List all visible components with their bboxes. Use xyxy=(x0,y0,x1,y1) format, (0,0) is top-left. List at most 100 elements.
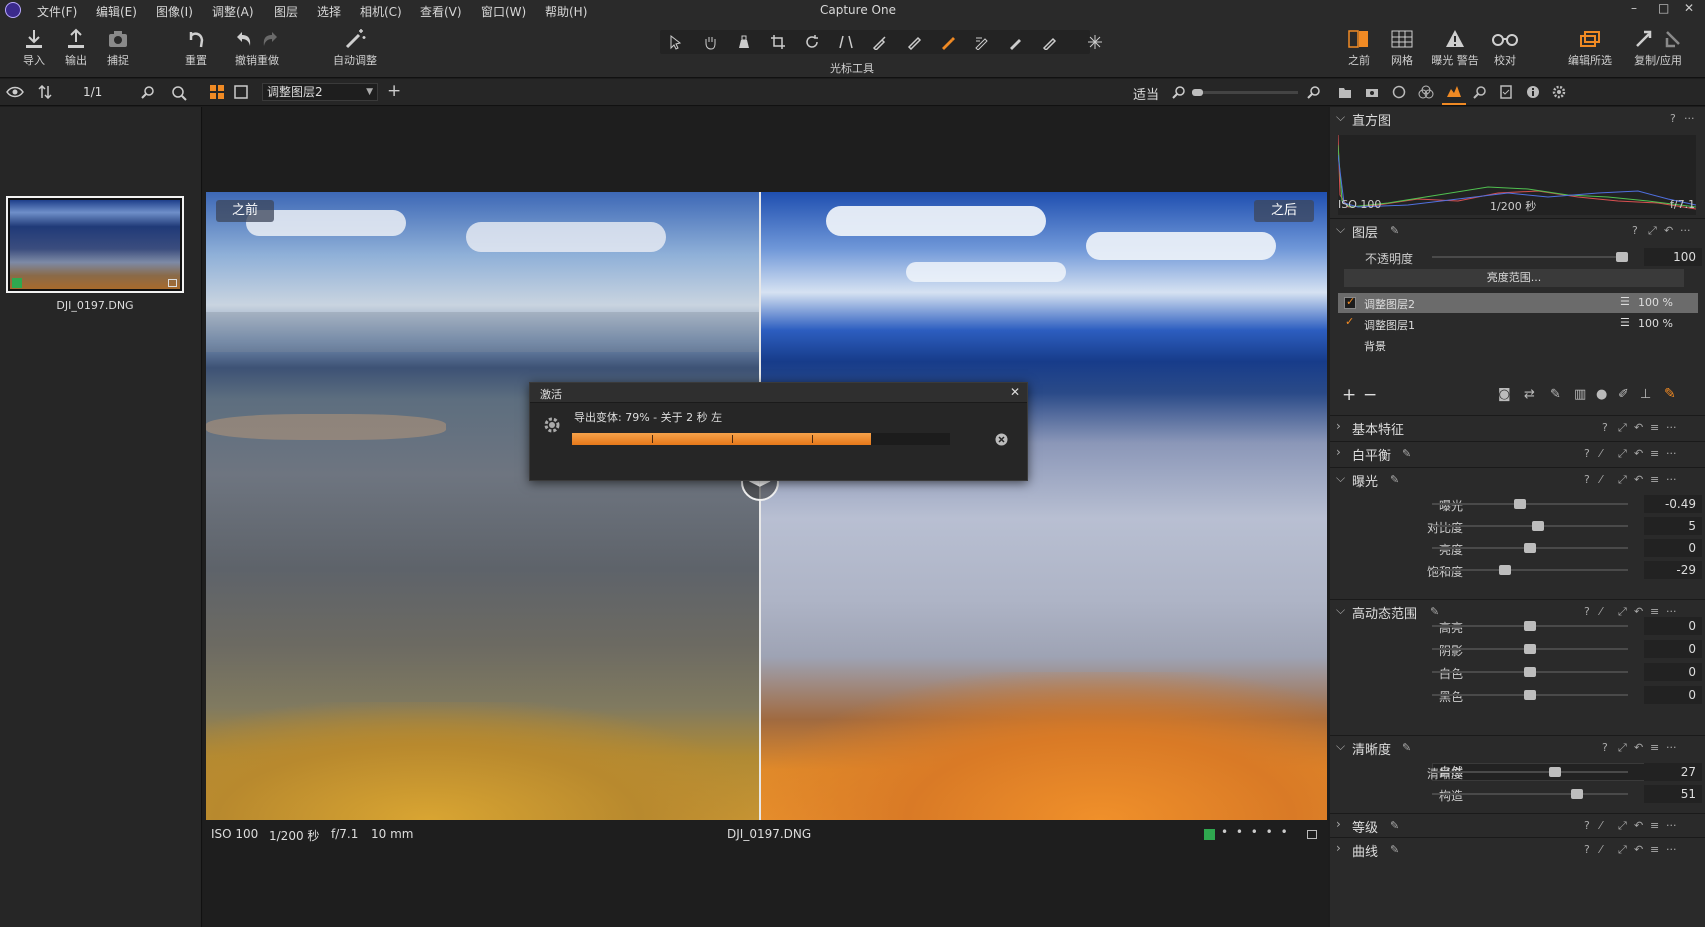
before-button[interactable]: 之前 xyxy=(1337,28,1381,68)
adjustments-tab-icon[interactable] xyxy=(1500,85,1512,99)
slider-value[interactable]: -29 xyxy=(1644,561,1702,579)
camera-tab-icon[interactable] xyxy=(1365,85,1379,99)
draw-mask-icon[interactable] xyxy=(940,34,956,50)
loupe-icon[interactable] xyxy=(736,34,752,50)
reset-button[interactable]: 重置 xyxy=(174,28,218,68)
mask-view-icon[interactable]: ◙ xyxy=(1498,387,1511,402)
opacity-knob[interactable] xyxy=(1616,252,1628,262)
more-icon[interactable]: ··· xyxy=(1666,819,1677,832)
slider-value[interactable]: 0 xyxy=(1644,640,1702,658)
folder-tab-icon[interactable] xyxy=(1338,85,1352,99)
sort-icon[interactable] xyxy=(38,85,52,99)
auto-adjust-button[interactable]: 自动调整 xyxy=(330,28,380,68)
grid-button[interactable]: 网格 xyxy=(1380,28,1424,68)
menu-help[interactable]: 帮助(H) xyxy=(545,3,587,20)
fit-label[interactable]: 适当 xyxy=(1133,84,1159,103)
reset-icon[interactable]: ↶ xyxy=(1634,819,1643,832)
slider-track[interactable] xyxy=(1432,767,1628,777)
opacity-value[interactable]: 100 xyxy=(1644,248,1702,266)
exposure-tab-icon[interactable] xyxy=(1446,84,1462,98)
layer-row[interactable]: 背景 xyxy=(1338,335,1698,355)
menu-select[interactable]: 选择 xyxy=(317,3,341,20)
expand-icon[interactable]: ⤢ xyxy=(1618,421,1627,435)
multi-view-icon[interactable] xyxy=(210,85,224,99)
slider-value[interactable]: 0 xyxy=(1644,617,1702,635)
edit-selected-button[interactable]: 编辑所选 xyxy=(1565,28,1615,68)
menu-view[interactable]: 查看(V) xyxy=(420,3,462,20)
remove-layer-button[interactable]: − xyxy=(1363,385,1377,405)
copy-apply-button[interactable]: 复制/应用 xyxy=(1630,28,1686,68)
layer-checkbox[interactable]: ✓ xyxy=(1344,295,1356,309)
layers-header[interactable]: ⌵ 图层 ✎ ? ⤢ ↶ ··· xyxy=(1330,218,1705,242)
erase-mask-icon[interactable] xyxy=(1042,34,1058,50)
color-tab-icon[interactable] xyxy=(1418,85,1434,99)
slider-track[interactable] xyxy=(1432,789,1628,799)
eraser-icon[interactable]: ✐ xyxy=(1618,387,1629,402)
more-icon[interactable]: ··· xyxy=(1666,447,1677,460)
export-button[interactable]: 输出 xyxy=(54,28,98,68)
slider-value[interactable]: 0 xyxy=(1644,539,1702,557)
color-tag-indicator[interactable] xyxy=(1204,829,1215,840)
help-icon[interactable]: ? xyxy=(1602,421,1608,434)
undo-redo-button[interactable]: 撤销重做 xyxy=(232,28,282,68)
presets-icon[interactable]: ≡ xyxy=(1650,421,1659,434)
help-icon[interactable]: ? xyxy=(1584,447,1590,460)
slider-value[interactable]: 0 xyxy=(1644,663,1702,681)
more-icon[interactable]: ··· xyxy=(1666,421,1677,434)
proof-button[interactable]: 校对 xyxy=(1483,28,1527,68)
basic-section-header[interactable]: › 基本特征 ? ⤢ ↶ ≡ ··· xyxy=(1330,415,1705,439)
brush-icon[interactable]: ✎ xyxy=(1550,387,1561,402)
heal-brush-icon[interactable] xyxy=(906,34,922,50)
slider-knob[interactable] xyxy=(1498,565,1511,575)
expand-icon[interactable]: ⤢ xyxy=(1618,819,1627,833)
layer-mask-icon[interactable]: ☰ xyxy=(1620,316,1630,329)
slider-track[interactable] xyxy=(1432,543,1628,553)
more-icon[interactable]: ··· xyxy=(1666,843,1677,856)
slider-knob[interactable] xyxy=(1524,644,1536,654)
layer-row[interactable]: ✓ 调整图层1 ☰ 100 % xyxy=(1338,314,1698,334)
add-layer-icon[interactable]: + xyxy=(387,81,401,101)
rotate-icon[interactable] xyxy=(804,34,820,50)
menu-window[interactable]: 窗口(W) xyxy=(481,3,526,20)
picker-icon[interactable]: ⁄ xyxy=(1600,473,1602,486)
slider-value[interactable]: 5 xyxy=(1644,517,1702,535)
help-icon[interactable]: ? xyxy=(1584,843,1590,856)
slider-knob[interactable] xyxy=(1524,667,1536,677)
exposure-section-header[interactable]: ⌵ 曝光 ✎ ? ⁄ ⤢ ↶ ≡ ··· xyxy=(1330,467,1705,491)
presets-icon[interactable]: ≡ xyxy=(1650,473,1659,486)
metadata-tab-icon[interactable] xyxy=(1526,85,1540,99)
slider-track[interactable] xyxy=(1432,667,1628,677)
histogram-header[interactable]: ⌵ 直方图 ? ··· xyxy=(1330,107,1705,131)
slider-knob[interactable] xyxy=(1549,767,1562,777)
slider-knob[interactable] xyxy=(1531,521,1544,531)
presets-icon[interactable]: ≡ xyxy=(1650,741,1659,754)
photo-compare[interactable]: ◀▶ 之前 之后 xyxy=(206,192,1327,820)
eye-icon[interactable] xyxy=(6,86,24,98)
slider-track[interactable] xyxy=(1432,521,1628,531)
opacity-slider[interactable] xyxy=(1432,252,1628,262)
details-tab-icon[interactable] xyxy=(1473,85,1487,99)
layer-row[interactable]: ✓ 调整图层2 ☰ 100 % xyxy=(1338,293,1698,313)
minimize-button[interactable]: – xyxy=(1631,1,1637,15)
menu-camera[interactable]: 相机(C) xyxy=(360,3,402,20)
reset-icon[interactable]: ↶ xyxy=(1634,473,1643,486)
dialog-close-button[interactable]: ✕ xyxy=(1010,385,1020,399)
expand-icon[interactable]: ⤢ xyxy=(1618,741,1627,755)
presets-icon[interactable]: ≡ xyxy=(1650,819,1659,832)
search-icon[interactable] xyxy=(171,85,187,101)
check-icon[interactable]: ✓ xyxy=(1345,315,1354,328)
expand-icon[interactable]: ⤢ xyxy=(1648,224,1657,238)
expand-icon[interactable]: ⤢ xyxy=(1618,843,1627,857)
zoom-slider[interactable] xyxy=(1192,89,1298,96)
menu-edit[interactable]: 编辑(E) xyxy=(96,3,137,20)
linear-gradient-icon[interactable] xyxy=(974,34,990,50)
help-icon[interactable]: ? xyxy=(1584,819,1590,832)
expand-icon[interactable]: ⤢ xyxy=(1618,473,1627,487)
zoom-in-icon[interactable] xyxy=(1307,85,1321,99)
keystone-icon[interactable] xyxy=(838,34,854,50)
clarity-section-header[interactable]: ⌵ 清晰度 ✎ ? ⤢ ↶ ≡ ··· xyxy=(1330,735,1705,759)
slider-track[interactable] xyxy=(1432,621,1628,631)
help-icon[interactable]: ? xyxy=(1670,112,1676,125)
exposure-warning-button[interactable]: 曝光 警告 xyxy=(1430,28,1480,68)
slider-knob[interactable] xyxy=(1524,621,1536,631)
